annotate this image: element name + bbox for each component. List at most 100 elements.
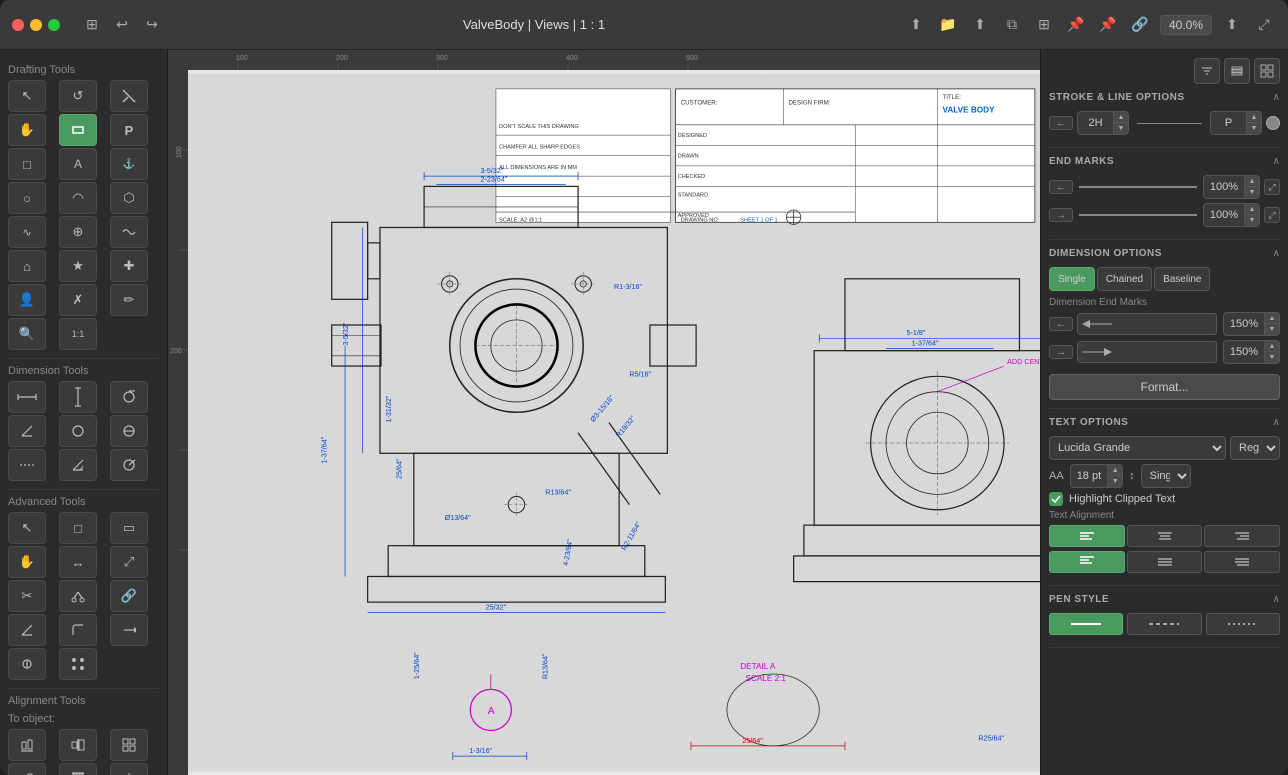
- upload-icon[interactable]: ⬆: [904, 13, 928, 37]
- undo-icon[interactable]: ↩: [110, 13, 134, 37]
- adv-chain-tool[interactable]: 🔗: [110, 580, 148, 612]
- dim-end-right-down[interactable]: ▼: [1265, 352, 1279, 363]
- end-mark-left-stepper[interactable]: 100% ▲ ▼: [1203, 175, 1260, 199]
- diameter-dim-tool[interactable]: [110, 415, 148, 447]
- polygon-tool[interactable]: ⬡: [110, 182, 148, 214]
- text-options-collapse[interactable]: ∧: [1273, 417, 1280, 428]
- stroke-line-collapse[interactable]: ∧: [1273, 92, 1280, 103]
- angular-dim-tool[interactable]: [8, 415, 46, 447]
- align-grid-tool[interactable]: [110, 729, 148, 761]
- scale-tool[interactable]: 1:1: [59, 318, 97, 350]
- crosshair-tool[interactable]: ⊕: [59, 216, 97, 248]
- adv-scissors-tool[interactable]: ✂: [8, 580, 46, 612]
- align-justify-btn[interactable]: [1127, 551, 1203, 573]
- font-weight-select[interactable]: Regular Bold: [1230, 436, 1280, 460]
- pencil-tool[interactable]: ✏: [110, 284, 148, 316]
- dim-end-left-stepper[interactable]: 150% ▲ ▼: [1223, 312, 1280, 336]
- export-icon[interactable]: ⬆: [1220, 13, 1244, 37]
- align-left-btn[interactable]: [1049, 525, 1125, 547]
- align-bottom2-tool[interactable]: [8, 763, 46, 775]
- dim-end-left-down[interactable]: ▼: [1265, 324, 1279, 335]
- canvas-area[interactable]: 100 200 300 400 500 100 200: [168, 50, 1040, 775]
- text2-tool[interactable]: ⚓: [110, 148, 148, 180]
- dimension-options-collapse[interactable]: ∧: [1273, 248, 1280, 259]
- circle-tool[interactable]: ○: [8, 182, 46, 214]
- rect-tool[interactable]: □: [8, 148, 46, 180]
- sidebar-toggle-icon[interactable]: ⊞: [80, 13, 104, 37]
- redo-icon[interactable]: ↪: [140, 13, 164, 37]
- pen-style-collapse[interactable]: ∧: [1273, 594, 1280, 605]
- arc-tool[interactable]: ◠: [59, 182, 97, 214]
- folder-icon[interactable]: 📁: [936, 13, 960, 37]
- layers-icon[interactable]: ⧉: [1000, 13, 1024, 37]
- crossplus-tool[interactable]: ✚: [110, 250, 148, 282]
- link-icon[interactable]: 🔗: [1128, 13, 1152, 37]
- dim-end-right-up[interactable]: ▲: [1265, 341, 1279, 352]
- end-mark-left-up[interactable]: ▲: [1245, 176, 1259, 187]
- minimize-button[interactable]: [30, 19, 42, 31]
- pan-tool[interactable]: ✋: [8, 114, 46, 146]
- radius-dim-tool[interactable]: [59, 415, 97, 447]
- adv-note-tool[interactable]: [110, 614, 148, 646]
- wave-tool[interactable]: [110, 216, 148, 248]
- chained-mode-btn[interactable]: Chained: [1097, 267, 1152, 291]
- grid-panel-icon[interactable]: [1254, 58, 1280, 84]
- close-button[interactable]: [12, 19, 24, 31]
- adv-cut-tool[interactable]: [59, 580, 97, 612]
- align-top-left-btn[interactable]: [1049, 551, 1125, 573]
- symbol-tool[interactable]: ⌂: [8, 250, 46, 282]
- end-mark-right-expand[interactable]: ⤢: [1264, 207, 1280, 223]
- share-icon[interactable]: ⬆: [968, 13, 992, 37]
- xbox-tool[interactable]: ✗: [59, 284, 97, 316]
- font-family-select[interactable]: Lucida Grande: [1049, 436, 1226, 460]
- align-bottom-tool[interactable]: [8, 729, 46, 761]
- stroke-style-down[interactable]: ▼: [1247, 123, 1261, 134]
- font-size-down[interactable]: ▼: [1108, 476, 1122, 487]
- highlight-clipped-checkbox[interactable]: [1049, 492, 1063, 506]
- note-dim-tool[interactable]: [110, 449, 148, 481]
- stroke-weight-up[interactable]: ▲: [1114, 112, 1128, 123]
- stroke-weight-stepper[interactable]: 2H ▲ ▼: [1077, 111, 1129, 135]
- stroke-color-dot[interactable]: [1266, 116, 1280, 130]
- baseline-mode-btn[interactable]: Baseline: [1154, 267, 1210, 291]
- stroke-style-up[interactable]: ▲: [1247, 112, 1261, 123]
- pen-dot-btn[interactable]: [1206, 613, 1280, 635]
- pen-solid-btn[interactable]: [1049, 613, 1123, 635]
- angle-dim2-tool[interactable]: [59, 449, 97, 481]
- adv-fit-tool[interactable]: ⤢: [110, 546, 148, 578]
- filter-icon[interactable]: [1194, 58, 1220, 84]
- quick-dim-tool[interactable]: [110, 381, 148, 413]
- trim-tool[interactable]: [110, 80, 148, 112]
- format-button[interactable]: Format...: [1049, 374, 1280, 400]
- drawing-canvas[interactable]: CUSTOMER: DESIGN FIRM: TITLE: VALVE BODY…: [188, 70, 1040, 775]
- dim-end-left-up[interactable]: ▲: [1265, 313, 1279, 324]
- font-size-up[interactable]: ▲: [1108, 465, 1122, 476]
- text-tool[interactable]: A: [59, 148, 97, 180]
- end-marks-collapse[interactable]: ∧: [1273, 156, 1280, 167]
- person-tool[interactable]: 👤: [8, 284, 46, 316]
- pen-tool[interactable]: [59, 114, 97, 146]
- end-mark-right-down[interactable]: ▼: [1245, 215, 1259, 226]
- stroke-style-stepper[interactable]: P ▲ ▼: [1210, 111, 1262, 135]
- font-size-stepper[interactable]: 18 pt ▲ ▼: [1070, 464, 1123, 488]
- end-mark-left-expand[interactable]: ⤢: [1264, 179, 1280, 195]
- line-spacing-select[interactable]: Single Double: [1141, 464, 1191, 488]
- adv-angle-tool[interactable]: [8, 614, 46, 646]
- layers-panel-icon[interactable]: [1224, 58, 1250, 84]
- pin-icon[interactable]: 📌: [1064, 13, 1088, 37]
- align-grid2-tool[interactable]: [110, 763, 148, 775]
- grid-view-icon[interactable]: ⊞: [1032, 13, 1056, 37]
- horiz-dim-tool[interactable]: [8, 381, 46, 413]
- adv-fillet-tool[interactable]: [59, 614, 97, 646]
- fullscreen-icon[interactable]: ⤢: [1252, 13, 1276, 37]
- adv-wide-rect-tool[interactable]: ▭: [110, 512, 148, 544]
- adv-stretch-tool[interactable]: ↔: [59, 546, 97, 578]
- stroke-weight-down[interactable]: ▼: [1114, 123, 1128, 134]
- rotate-tool[interactable]: ↺: [59, 80, 97, 112]
- maximize-button[interactable]: [48, 19, 60, 31]
- align-center-h-tool[interactable]: [59, 729, 97, 761]
- adv-select-tool[interactable]: ↖: [8, 512, 46, 544]
- vert-dim-tool[interactable]: [59, 381, 97, 413]
- dim-end-right-stepper[interactable]: 150% ▲ ▼: [1223, 340, 1280, 364]
- end-mark-left-down[interactable]: ▼: [1245, 187, 1259, 198]
